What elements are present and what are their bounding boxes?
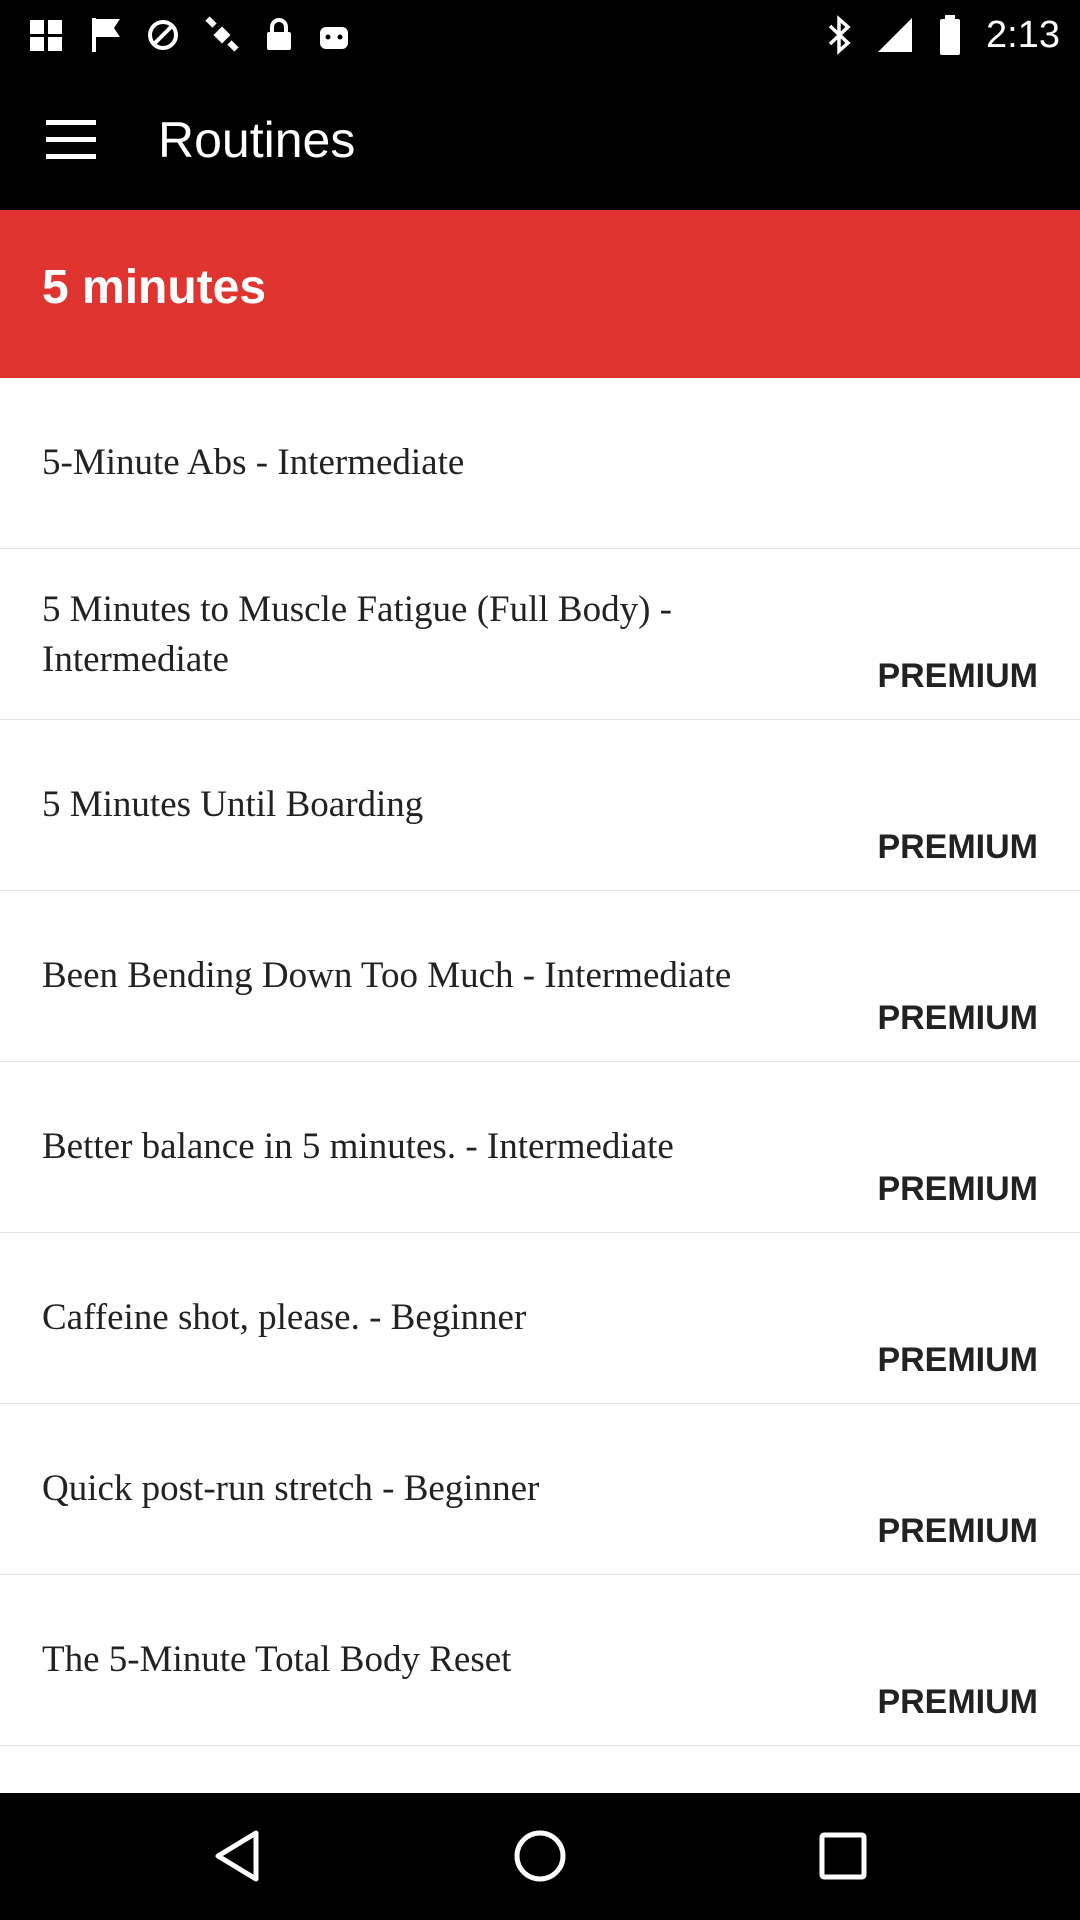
- list-item[interactable]: 5 Minutes Until Boarding PREMIUM: [0, 720, 1080, 893]
- premium-badge: PREMIUM: [877, 1341, 1038, 1379]
- routine-title: Quick post-run stretch - Beginner: [42, 1468, 540, 1509]
- menu-icon-line: [46, 154, 96, 159]
- routine-list: 5-Minute Abs - Intermediate 5 Minutes to…: [0, 378, 1080, 1790]
- status-time: 2:13: [986, 13, 1060, 56]
- menu-icon: [46, 120, 96, 125]
- menu-icon-line: [46, 137, 96, 142]
- signal-icon: [878, 18, 913, 52]
- list-item[interactable]: [0, 1746, 1080, 1790]
- premium-badge: PREMIUM: [877, 1170, 1038, 1208]
- section-title: 5 minutes: [42, 261, 267, 314]
- page-title: Routines: [158, 112, 356, 168]
- recents-icon[interactable]: [808, 1821, 878, 1891]
- premium-badge: PREMIUM: [877, 828, 1038, 866]
- list-item[interactable]: Quick post-run stretch - Beginner PREMIU…: [0, 1404, 1080, 1577]
- premium-badge: PREMIUM: [877, 1512, 1038, 1550]
- flag-app-icon: [92, 18, 120, 52]
- routine-title: The 5-Minute Total Body Reset: [42, 1639, 512, 1680]
- android-icon: [320, 27, 348, 49]
- list-item[interactable]: Better balance in 5 minutes. - Intermedi…: [0, 1062, 1080, 1235]
- list-item[interactable]: Caffeine shot, please. - Beginner PREMIU…: [0, 1233, 1080, 1406]
- satellite-icon: [205, 16, 239, 52]
- battery-icon: [940, 15, 961, 55]
- premium-badge: PREMIUM: [877, 999, 1038, 1037]
- list-item[interactable]: The 5-Minute Total Body Reset PREMIUM: [0, 1575, 1080, 1748]
- list-item[interactable]: 5-Minute Abs - Intermediate: [0, 378, 1080, 551]
- status-notification-icons: [28, 10, 352, 60]
- bluetooth-icon: [828, 15, 851, 55]
- back-icon[interactable]: [204, 1821, 274, 1891]
- app-bar: Routines: [0, 70, 1080, 210]
- home-icon[interactable]: [505, 1821, 575, 1891]
- routine-title: 5 Minutes Until Boarding: [42, 784, 424, 825]
- routine-title: Caffeine shot, please. - Beginner: [42, 1297, 527, 1338]
- menu-button[interactable]: [44, 116, 100, 164]
- routine-title: 5-Minute Abs - Intermediate: [42, 442, 465, 483]
- status-system-icons: 2:13: [826, 10, 1060, 60]
- section-header: 5 minutes: [0, 210, 1080, 378]
- lock-icon: [267, 18, 291, 50]
- premium-badge: PREMIUM: [877, 657, 1038, 695]
- routine-title: Been Bending Down Too Much - Intermediat…: [42, 955, 732, 996]
- status-bar: 2:13: [0, 0, 1080, 70]
- list-item[interactable]: Been Bending Down Too Much - Intermediat…: [0, 891, 1080, 1064]
- list-item[interactable]: 5 Minutes to Muscle Fatigue (Full Body) …: [0, 549, 1080, 722]
- routine-title: Better balance in 5 minutes. - Intermedi…: [42, 1126, 674, 1167]
- navigation-bar: [0, 1793, 1080, 1920]
- grid-app-icon: [30, 20, 62, 51]
- routine-title: 5 Minutes to Muscle Fatigue (Full Body) …: [42, 589, 672, 680]
- premium-badge: PREMIUM: [877, 1683, 1038, 1721]
- blocked-icon: [148, 20, 178, 50]
